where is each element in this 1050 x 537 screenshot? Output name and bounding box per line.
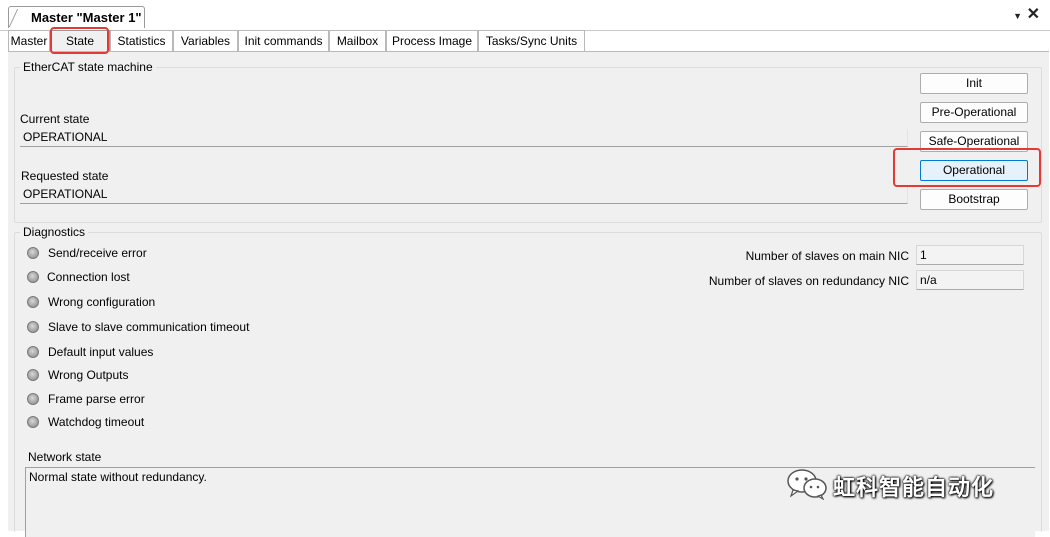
slaves-redundancy-nic-label: Number of slaves on redundancy NIC: [708, 274, 909, 288]
slaves-main-nic-label: Number of slaves on main NIC: [745, 249, 909, 263]
state-tab-panel: EtherCAT state machine Current state OPE…: [8, 51, 1049, 537]
watermark-text: 虹科智能自动化: [833, 476, 995, 501]
tab-variables[interactable]: Variables: [173, 30, 238, 52]
slaves-main-nic-value: 1: [916, 245, 1024, 265]
wechat-logo-icon: [787, 469, 827, 500]
state-tab-highlight: [50, 27, 109, 54]
tab-process-image[interactable]: Process Image: [386, 30, 478, 52]
document-tab-master-1[interactable]: Master "Master 1": [8, 6, 145, 28]
init-button[interactable]: Init: [920, 73, 1028, 94]
slaves-redundancy-nic-value: n/a: [916, 270, 1024, 290]
slave-comm-timeout-led-icon: [27, 321, 39, 333]
bootstrap-button[interactable]: Bootstrap: [920, 189, 1028, 210]
operational-button-highlight: [893, 148, 1041, 187]
network-state-label: Network state: [28, 450, 102, 464]
diag-wrong-outputs: Wrong Outputs: [48, 368, 129, 382]
document-tab-strip: Master "Master 1" ▼ ✕: [0, 0, 1050, 31]
wrong-configuration-led-icon: [27, 296, 39, 308]
wrong-outputs-led-icon: [27, 369, 39, 381]
diag-connection-lost: Connection lost: [47, 270, 130, 284]
frame-parse-error-led-icon: [27, 393, 39, 405]
close-icon[interactable]: ✕: [1027, 7, 1040, 23]
state-machine-group-title: EtherCAT state machine: [20, 60, 156, 74]
connection-lost-led-icon: [27, 271, 39, 283]
tab-mailbox[interactable]: Mailbox: [329, 30, 386, 52]
diag-frame-parse-error: Frame parse error: [48, 392, 145, 406]
watchdog-timeout-led-icon: [27, 416, 39, 428]
diag-wrong-configuration: Wrong configuration: [48, 295, 156, 309]
tab-master[interactable]: Master: [8, 30, 50, 52]
diag-send-receive-error: Send/receive error: [48, 246, 147, 260]
tab-statistics[interactable]: Statistics: [110, 30, 173, 52]
requested-state-value: OPERATIONAL: [20, 186, 908, 204]
default-input-values-led-icon: [27, 346, 39, 358]
diag-default-input-values: Default input values: [48, 345, 154, 359]
tab-tasks-sync-units[interactable]: Tasks/Sync Units: [478, 30, 585, 52]
diag-slave-comm-timeout: Slave to slave communication timeout: [48, 320, 250, 334]
current-state-label: Current state: [20, 112, 90, 126]
send-receive-error-led-icon: [27, 247, 39, 259]
pre-operational-button[interactable]: Pre-Operational: [920, 102, 1028, 123]
requested-state-label: Requested state: [21, 169, 109, 183]
diag-watchdog-timeout: Watchdog timeout: [48, 415, 145, 429]
current-state-value: OPERATIONAL: [20, 129, 908, 147]
tab-dropdown-icon[interactable]: ▼: [1013, 9, 1022, 23]
diagnostics-group-title: Diagnostics: [20, 225, 89, 239]
tab-init-commands[interactable]: Init commands: [238, 30, 329, 52]
